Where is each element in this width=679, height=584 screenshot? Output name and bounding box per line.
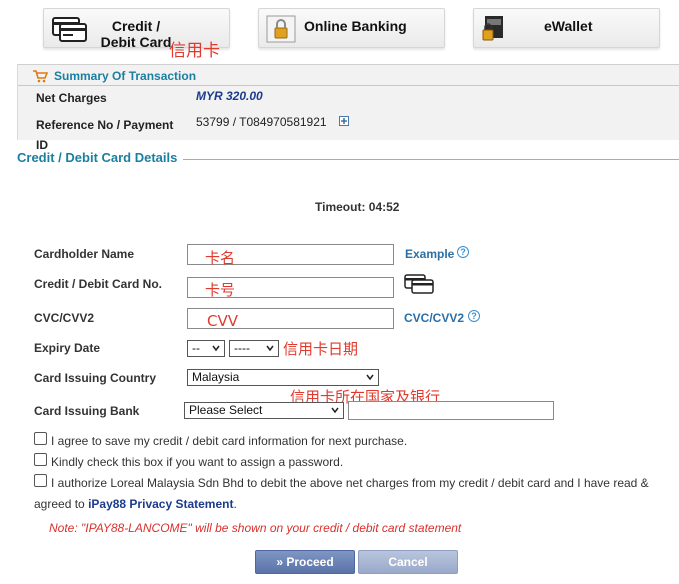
credit-debit-card-label: Credit / Debit Card <box>100 18 172 50</box>
authorize-text-line2: agreed to iPay88 Privacy Statement. <box>34 497 237 511</box>
issuing-country-value: Malaysia <box>192 370 240 384</box>
expand-plus-icon[interactable] <box>339 116 349 126</box>
issuing-bank-value: Please Select <box>189 403 263 417</box>
cvc-help-icon[interactable]: ? <box>468 310 480 322</box>
reference-label: Reference No / Payment ID <box>36 118 174 152</box>
assign-password-text: Kindly check this box if you want to ass… <box>51 455 344 469</box>
card-details-legend: Credit / Debit Card Details <box>17 150 178 165</box>
ewallet-tab[interactable]: eWallet <box>473 8 660 48</box>
agreed-to-text: agreed to <box>34 497 85 511</box>
privacy-statement-link[interactable]: iPay88 Privacy Statement <box>88 497 233 511</box>
chevron-down-icon <box>212 345 220 352</box>
legend-divider <box>183 159 679 160</box>
timeout-counter: Timeout: 04:52 <box>315 200 400 214</box>
transaction-summary: Summary Of Transaction Net Charges MYR 3… <box>17 64 679 152</box>
authorize-text: I authorize Loreal Malaysia Sdn Bhd to d… <box>51 476 649 490</box>
cvc-help-link[interactable]: CVC/CVV2 <box>404 311 464 325</box>
credit-card-icon <box>52 17 87 42</box>
help-icon[interactable]: ? <box>457 246 469 258</box>
summary-title: Summary Of Transaction <box>54 69 197 83</box>
lock-icon <box>266 15 296 43</box>
save-card-text: I agree to save my credit / debit card i… <box>51 434 408 448</box>
wallet-lock-icon <box>482 16 503 41</box>
statement-note: Note: "IPAY88-LANCOME" will be shown on … <box>49 521 462 535</box>
card-number-label: Credit / Debit Card No. <box>34 277 163 291</box>
period-text: . <box>233 497 237 511</box>
chevron-down-icon <box>366 374 374 381</box>
issuing-country-label: Card Issuing Country <box>34 371 157 385</box>
example-link[interactable]: Example <box>405 247 454 261</box>
cart-icon <box>33 70 48 83</box>
left-border <box>0 159 3 584</box>
annotation-card-number: 卡号 <box>205 281 236 299</box>
issuing-bank-select[interactable]: Please Select <box>184 402 344 419</box>
expiry-month-value: -- <box>192 341 200 355</box>
expiry-date-label: Expiry Date <box>34 341 101 355</box>
annotation-cvv: CVV <box>207 312 238 330</box>
reference-value: 53799 / T084970581921 <box>196 115 327 129</box>
net-charges-label: Net Charges <box>36 91 107 105</box>
net-charges-value: MYR 320.00 <box>196 89 263 103</box>
card-type-icon <box>404 274 434 294</box>
issuing-bank-other-input[interactable] <box>348 401 554 420</box>
annotation-card-name: 卡名 <box>205 249 236 267</box>
issuing-bank-label: Card Issuing Bank <box>34 404 140 418</box>
save-card-checkbox[interactable] <box>34 432 47 445</box>
cancel-button[interactable]: Cancel <box>358 550 458 574</box>
online-banking-tab[interactable]: Online Banking <box>258 8 445 48</box>
proceed-button[interactable]: » Proceed <box>255 550 355 574</box>
expiry-month-select[interactable]: -- <box>187 340 225 357</box>
cardholder-name-label: Cardholder Name <box>34 247 135 261</box>
annotation-credit-card: 信用卡 <box>169 41 220 61</box>
chevron-down-icon <box>266 345 274 352</box>
online-banking-label: Online Banking <box>304 18 407 34</box>
expiry-year-value: ---- <box>234 341 250 355</box>
annotation-expiry: 信用卡日期 <box>283 340 359 358</box>
chevron-down-icon <box>331 407 339 414</box>
expiry-year-select[interactable]: ---- <box>229 340 279 357</box>
authorize-checkbox[interactable] <box>34 474 47 487</box>
cvc-label: CVC/CVV2 <box>34 311 95 325</box>
assign-password-checkbox[interactable] <box>34 453 47 466</box>
ewallet-label: eWallet <box>544 18 593 34</box>
issuing-country-select[interactable]: Malaysia <box>187 369 379 386</box>
